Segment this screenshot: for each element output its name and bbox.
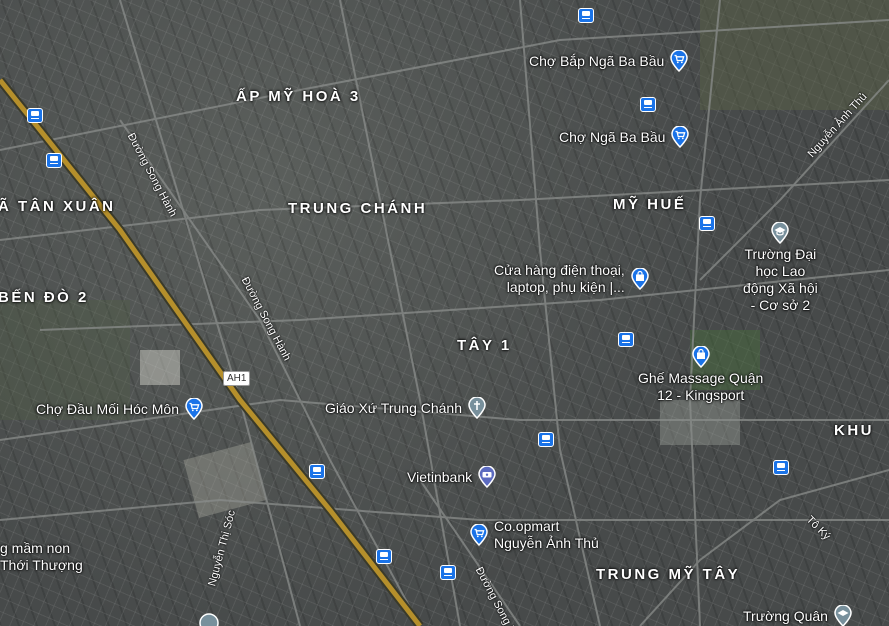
satellite-map[interactable]: ẤP MỸ HOÀ 3 Ã TÂN XUÂN TRUNG CHÁNH MỸ HU… [0, 0, 889, 626]
bus-stop-icon[interactable] [440, 565, 456, 580]
poi-vietinbank[interactable]: Vietinbank [407, 466, 498, 488]
poi-label: Trường Đại học Lao động Xã hội - Cơ sở 2 [743, 246, 818, 314]
poi-coopmart-nguyen-anh-thu[interactable]: Co.opmart Nguyễn Ảnh Thủ [468, 518, 599, 552]
poi-label-line: Thới Thượng [0, 557, 83, 573]
poi-label: Ghế Massage Quận 12 - Kingsport [638, 370, 763, 404]
bus-stop-icon[interactable] [578, 8, 594, 23]
shopping-cart-pin-icon [185, 398, 203, 420]
shopping-cart-pin-icon [670, 50, 689, 72]
poi-label: Chợ Bắp Ngã Ba Bầu [529, 52, 665, 69]
shopping-bag-pin-icon [631, 268, 649, 290]
poi-truong-quan[interactable]: Trường Quân [743, 605, 854, 626]
shopping-cart-pin-icon [671, 126, 690, 148]
school-pin-icon [771, 222, 790, 244]
poi-cho-nga-ba-bau[interactable]: Chợ Ngã Ba Bầu [559, 126, 691, 148]
area-label-ap-my-hoa-3: ẤP MỸ HOÀ 3 [236, 88, 361, 105]
poi-label-line: Ghế Massage Quận [638, 370, 764, 386]
poi-label: Co.opmart Nguyễn Ảnh Thủ [494, 518, 599, 552]
poi-label-line: Co.opmart [494, 518, 560, 534]
bus-stop-icon[interactable] [640, 97, 656, 112]
poi-ghe-massage-kingsport[interactable]: Ghế Massage Quận 12 - Kingsport [638, 346, 763, 404]
area-label-trung-chanh: TRUNG CHÁNH [288, 200, 428, 217]
poi-label: Trường Quân [743, 607, 828, 624]
bus-stop-icon[interactable] [376, 549, 392, 564]
shopping-bag-pin-icon [691, 346, 710, 368]
area-label-khu: KHU [834, 422, 874, 439]
church-pin-icon [468, 397, 486, 419]
poi-cho-bap-nga-ba-bau[interactable]: Chợ Bắp Ngã Ba Bầu [529, 50, 690, 72]
poi-cho-dau-moi-hoc-mon[interactable]: Chợ Đầu Mối Hóc Môn [36, 398, 205, 420]
poi-label-line: Cửa hàng điện thoại, [494, 262, 625, 278]
area-label-ben-do-2: BẾN ĐÒ 2 [0, 289, 89, 306]
poi-label: Giáo Xứ Trung Chánh [325, 399, 463, 416]
bus-stop-icon[interactable] [27, 108, 43, 123]
poi-label-line: Trường Đại [744, 246, 817, 262]
highway-shield-ah1: AH1 [223, 371, 251, 386]
bank-pin-icon [478, 466, 496, 488]
poi-truong-mam-non-thoi-thuong[interactable]: g mầm non Thới Thượng [0, 540, 83, 574]
area-label-tay-1: TÂY 1 [457, 337, 512, 354]
bus-stop-icon[interactable] [618, 332, 634, 347]
poi-truong-dai-hoc-lao-dong[interactable]: Trường Đại học Lao động Xã hội - Cơ sở 2 [743, 222, 818, 314]
poi-label-line: 12 - Kingsport [657, 387, 745, 403]
area-label-trung-my-tay: TRUNG MỸ TÂY [596, 566, 741, 583]
poi-label: Cửa hàng điện thoại, laptop, phụ kiện |..… [494, 262, 625, 296]
poi-label: Chợ Ngã Ba Bầu [559, 128, 666, 145]
poi-giao-xu-trung-chanh[interactable]: Giáo Xứ Trung Chánh [325, 397, 488, 419]
map-pin-icon[interactable] [198, 612, 220, 626]
poi-label-line: - Cơ sở 2 [750, 297, 811, 313]
bus-stop-icon[interactable] [699, 216, 715, 231]
poi-label-line: học Lao [755, 263, 806, 279]
area-label-my-hue: MỸ HUẾ [613, 196, 687, 213]
bus-stop-icon[interactable] [538, 432, 554, 447]
poi-label-line: g mầm non [0, 540, 71, 556]
school-pin-icon [834, 605, 852, 626]
bus-stop-icon[interactable] [309, 464, 325, 479]
area-label-tan-xuan: Ã TÂN XUÂN [0, 198, 116, 215]
poi-label: Vietinbank [407, 468, 473, 485]
poi-label: g mầm non Thới Thượng [0, 540, 83, 574]
bus-stop-icon[interactable] [46, 153, 62, 168]
poi-label-line: Nguyễn Ảnh Thủ [494, 535, 599, 551]
poi-label-line: laptop, phụ kiện |... [506, 279, 625, 295]
poi-label-line: động Xã hội [743, 280, 818, 296]
bus-stop-icon[interactable] [773, 460, 789, 475]
poi-label: Chợ Đầu Mối Hóc Môn [36, 400, 180, 417]
shopping-cart-pin-icon [470, 524, 488, 546]
poi-cua-hang-dien-thoai[interactable]: Cửa hàng điện thoại, laptop, phụ kiện |..… [494, 262, 651, 296]
